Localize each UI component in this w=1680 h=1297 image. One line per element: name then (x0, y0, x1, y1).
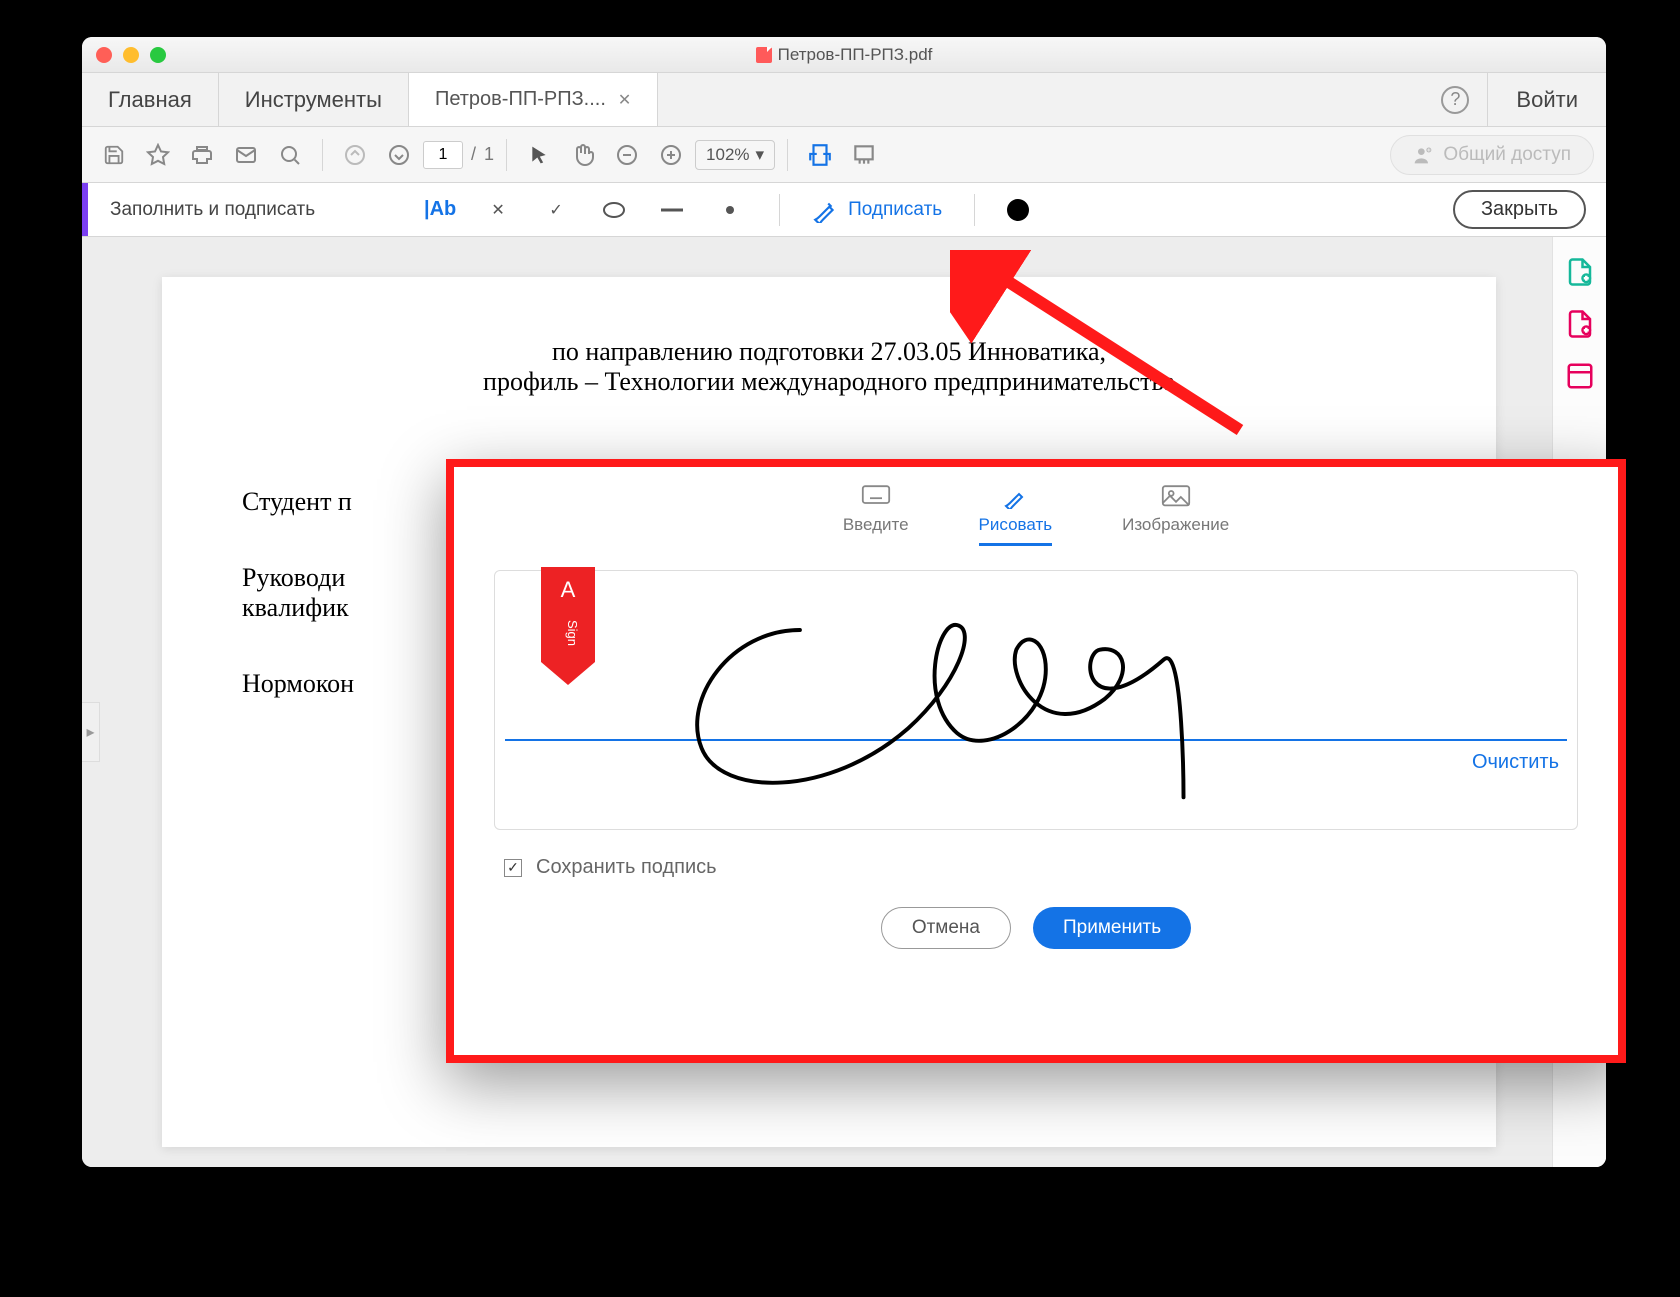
page-down-icon[interactable] (379, 135, 419, 175)
page-indicator: / 1 (423, 141, 494, 169)
save-signature-row: ✓ Сохранить подпись (504, 856, 1568, 879)
image-icon (1161, 485, 1191, 509)
cross-tool-icon[interactable]: ✕ (481, 193, 515, 227)
pen-icon (812, 197, 838, 223)
text-tool-icon[interactable]: |Ab (423, 193, 457, 227)
apply-button[interactable]: Применить (1033, 907, 1191, 949)
zoom-value: 102% (706, 145, 749, 165)
tab-draw-signature[interactable]: Рисовать (979, 485, 1053, 546)
line-tool-icon[interactable] (655, 193, 689, 227)
chevron-down-icon: ▾ (756, 145, 765, 165)
share-label: Общий доступ (1443, 144, 1571, 166)
zoom-in-icon[interactable] (651, 135, 691, 175)
tab-home[interactable]: Главная (82, 73, 219, 126)
close-tab-icon[interactable]: ✕ (618, 90, 631, 110)
tab-document[interactable]: Петров-ПП-РПЗ.... ✕ (409, 73, 658, 126)
dialog-actions: Отмена Применить (454, 907, 1618, 949)
zoom-out-icon[interactable] (607, 135, 647, 175)
tab-draw-label: Рисовать (979, 515, 1053, 535)
share-person-icon (1413, 145, 1433, 165)
search-icon[interactable] (270, 135, 310, 175)
active-tool-indicator (82, 183, 88, 236)
filename-label: Петров-ПП-РПЗ.pdf (778, 45, 933, 65)
tab-image-signature[interactable]: Изображение (1122, 485, 1229, 546)
login-button[interactable]: Войти (1487, 73, 1606, 126)
signature-dialog: Введите Рисовать Изображение A Sign Очис… (446, 459, 1626, 1063)
sign-label: Подписать (848, 199, 942, 221)
dot-tool-icon[interactable] (713, 193, 747, 227)
tab-type-signature[interactable]: Введите (843, 485, 909, 546)
page-display-icon[interactable] (844, 135, 884, 175)
hand-tool-icon[interactable] (563, 135, 603, 175)
drawn-signature (495, 571, 1577, 827)
signature-canvas[interactable]: A Sign Очистить (494, 570, 1578, 830)
help-icon[interactable]: ? (1441, 86, 1469, 114)
page-up-icon[interactable] (335, 135, 375, 175)
tab-type-label: Введите (843, 515, 909, 535)
cancel-button[interactable]: Отмена (881, 907, 1011, 949)
export-pdf-icon[interactable] (1565, 257, 1595, 287)
share-button[interactable]: Общий доступ (1390, 135, 1594, 175)
signature-mode-tabs: Введите Рисовать Изображение (454, 467, 1618, 556)
left-panel-toggle[interactable]: ▸ (82, 702, 100, 762)
fill-sign-title: Заполнить и подписать (110, 199, 315, 221)
fill-sign-bar: Заполнить и подписать |Ab ✕ ✓ Подписать … (82, 183, 1606, 237)
fit-width-icon[interactable] (800, 135, 840, 175)
edit-pdf-icon[interactable] (1565, 361, 1595, 391)
check-tool-icon[interactable]: ✓ (539, 193, 573, 227)
save-icon[interactable] (94, 135, 134, 175)
tab-document-label: Петров-ПП-РПЗ.... (435, 88, 606, 111)
close-fillsign-button[interactable]: Закрыть (1453, 190, 1586, 229)
zoom-dropdown[interactable]: 102% ▾ (695, 140, 775, 170)
create-pdf-icon[interactable] (1565, 309, 1595, 339)
clear-signature-button[interactable]: Очистить (1472, 751, 1559, 774)
pdf-file-icon (756, 47, 772, 63)
page-total: 1 (484, 144, 494, 165)
keyboard-icon (861, 485, 891, 509)
current-page-input[interactable] (423, 141, 463, 169)
circle-tool-icon[interactable] (597, 193, 631, 227)
save-signature-label: Сохранить подпись (536, 856, 717, 879)
print-icon[interactable] (182, 135, 222, 175)
tab-tools[interactable]: Инструменты (219, 73, 409, 126)
save-signature-checkbox[interactable]: ✓ (504, 859, 522, 877)
select-tool-icon[interactable] (519, 135, 559, 175)
page-sep: / (471, 144, 476, 165)
star-icon[interactable] (138, 135, 178, 175)
tab-image-label: Изображение (1122, 515, 1229, 535)
title: Петров-ПП-РПЗ.pdf (82, 45, 1606, 65)
draw-icon (1001, 485, 1029, 509)
main-toolbar: / 1 102% ▾ Общий доступ (82, 127, 1606, 183)
tab-bar: Главная Инструменты Петров-ПП-РПЗ.... ✕ … (82, 73, 1606, 127)
titlebar: Петров-ПП-РПЗ.pdf (82, 37, 1606, 73)
color-picker-dot[interactable] (1007, 199, 1029, 221)
sign-button[interactable]: Подписать (812, 197, 942, 223)
mail-icon[interactable] (226, 135, 266, 175)
annotation-arrow (950, 250, 1270, 450)
